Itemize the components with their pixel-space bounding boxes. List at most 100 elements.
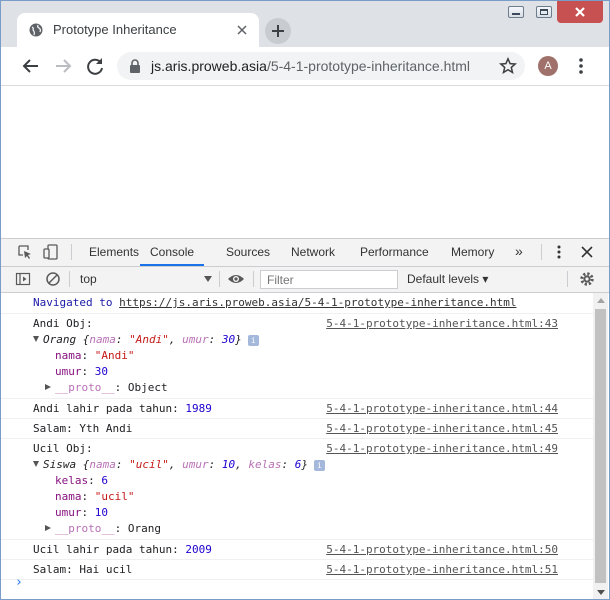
- tab-memory[interactable]: Memory: [451, 239, 494, 265]
- globe-icon: [29, 23, 43, 37]
- browser-tab[interactable]: Prototype Inheritance: [17, 13, 259, 47]
- console-scrollbar[interactable]: [593, 293, 608, 599]
- url-host: js.aris.proweb.asia: [151, 58, 267, 74]
- scroll-up-arrow-icon[interactable]: [597, 298, 605, 303]
- source-link[interactable]: 5-4-1-prototype-inheritance.html:45: [326, 421, 558, 437]
- avatar[interactable]: A: [538, 56, 558, 76]
- object-summary[interactable]: Orang {nama: "Andi", umur: 30} i: [33, 332, 593, 348]
- key: nama: [89, 333, 116, 346]
- log-label: Andi lahir pada tahun:: [33, 402, 186, 415]
- info-icon[interactable]: i: [247, 335, 259, 346]
- value: 10: [94, 506, 108, 519]
- inspect-element-icon[interactable]: [17, 244, 33, 260]
- chevron-down-icon: [204, 276, 212, 282]
- info-icon[interactable]: i: [314, 460, 325, 471]
- scrollbar-thumb[interactable]: [595, 309, 606, 583]
- divider: [71, 244, 72, 260]
- devtools-tab-bar: Elements Console Sources Network Perform…: [1, 239, 609, 267]
- scroll-down-arrow-icon[interactable]: [597, 590, 605, 595]
- value: 30: [221, 333, 236, 346]
- more-vert-icon[interactable]: [575, 57, 587, 75]
- key: __proto__: [55, 381, 115, 394]
- filter-input[interactable]: [260, 270, 398, 289]
- value: 6: [101, 474, 108, 487]
- proto-row[interactable]: __proto__: Orang: [33, 521, 593, 537]
- value: 10: [221, 458, 236, 471]
- device-toolbar-icon[interactable]: [43, 244, 59, 260]
- source-link[interactable]: 5-4-1-prototype-inheritance.html:51: [326, 562, 558, 578]
- browser-window: Prototype Inheritance js.aris.proweb.asi…: [0, 0, 610, 600]
- console-message: Andi lahir pada tahun: 1989 5-4-1-protot…: [1, 399, 593, 419]
- console-prompt[interactable]: ›: [15, 575, 23, 590]
- context-selector[interactable]: top: [76, 270, 214, 289]
- navigated-prefix: Navigated to: [33, 296, 120, 309]
- console-message: Ucil lahir pada tahun: 2009 5-4-1-protot…: [1, 540, 593, 560]
- value: "ucil": [129, 458, 169, 471]
- expand-right-icon: [45, 525, 51, 531]
- maximize-button[interactable]: [529, 1, 559, 23]
- navigated-url-link[interactable]: https://js.aris.proweb.asia/5-4-1-protot…: [119, 296, 516, 309]
- value: Orang: [127, 522, 161, 535]
- value: 2009: [185, 543, 212, 556]
- console-toolbar: top Default levels ▾: [1, 267, 609, 293]
- clear-console-icon[interactable]: [45, 271, 61, 287]
- console-message: Andi Obj: 5-4-1-prototype-inheritance.ht…: [1, 314, 593, 399]
- url-path: /5-4-1-prototype-inheritance.html: [266, 58, 471, 74]
- context-value: top: [80, 272, 97, 286]
- tab-performance[interactable]: Performance: [360, 239, 429, 265]
- close-icon[interactable]: [235, 23, 249, 37]
- devtools-menu-icon[interactable]: [551, 244, 567, 260]
- source-link[interactable]: 5-4-1-prototype-inheritance.html:43: [326, 316, 558, 332]
- new-tab-icon[interactable]: [264, 17, 292, 45]
- minimize-button[interactable]: [501, 1, 531, 23]
- key: nama: [89, 458, 116, 471]
- expand-down-icon: [33, 461, 39, 467]
- object-summary[interactable]: Siswa {nama: "ucil", umur: 10, kelas: 6}…: [33, 457, 593, 473]
- close-devtools-icon[interactable]: [579, 244, 595, 260]
- star-icon[interactable]: [499, 57, 517, 75]
- address-bar[interactable]: js.aris.proweb.asia/5-4-1-prototype-inhe…: [117, 52, 525, 80]
- window-close-button[interactable]: [557, 1, 603, 23]
- value: "Andi": [129, 333, 169, 346]
- close-x-icon: [575, 7, 585, 17]
- property-row: umur: 10: [55, 506, 108, 519]
- source-link[interactable]: 5-4-1-prototype-inheritance.html:50: [326, 542, 558, 558]
- key: kelas: [55, 474, 89, 487]
- lock-icon[interactable]: [129, 59, 141, 73]
- log-levels-dropdown[interactable]: Default levels ▾: [407, 272, 488, 286]
- back-arrow-icon[interactable]: [20, 55, 42, 77]
- tab-title: Prototype Inheritance: [53, 22, 177, 37]
- reload-icon[interactable]: [84, 55, 106, 77]
- console-message: Salam: Yth Andi 5-4-1-prototype-inherita…: [1, 419, 593, 439]
- source-link[interactable]: 5-4-1-prototype-inheritance.html:44: [326, 401, 558, 417]
- tab-network[interactable]: Network: [291, 239, 335, 265]
- gear-icon[interactable]: [579, 271, 595, 287]
- divider: [541, 244, 542, 260]
- divider: [567, 271, 568, 287]
- divider: [253, 271, 254, 287]
- forward-arrow-icon[interactable]: [52, 55, 74, 77]
- source-link[interactable]: 5-4-1-prototype-inheritance.html:49: [326, 441, 558, 457]
- tab-elements[interactable]: Elements: [89, 239, 139, 265]
- browser-toolbar: js.aris.proweb.asia/5-4-1-prototype-inhe…: [1, 47, 609, 86]
- console-message: Ucil Obj: 5-4-1-prototype-inheritance.ht…: [1, 439, 593, 540]
- key: umur: [55, 365, 82, 378]
- page-viewport: [1, 86, 609, 238]
- console-message: Salam: Hai ucil 5-4-1-prototype-inherita…: [1, 560, 593, 580]
- more-tabs-button[interactable]: »: [515, 243, 523, 259]
- log-label: Ucil lahir pada tahun:: [33, 543, 186, 556]
- eye-icon[interactable]: [227, 271, 245, 287]
- key: umur: [55, 506, 82, 519]
- tab-console[interactable]: Console: [140, 239, 205, 266]
- proto-row[interactable]: __proto__: Object: [33, 380, 593, 396]
- property-row: nama: "Andi": [55, 349, 135, 362]
- value: Object: [127, 381, 168, 394]
- navigation-message: Navigated to https://js.aris.proweb.asia…: [1, 293, 593, 314]
- expand-down-icon: [33, 336, 39, 342]
- title-bar: Prototype Inheritance: [1, 1, 609, 47]
- devtools-panel: Elements Console Sources Network Perform…: [1, 238, 609, 599]
- tab-sources[interactable]: Sources: [226, 239, 270, 265]
- show-sidebar-icon[interactable]: [15, 271, 31, 287]
- key: kelas: [248, 458, 282, 471]
- url-text[interactable]: js.aris.proweb.asia/5-4-1-prototype-inhe…: [151, 58, 470, 74]
